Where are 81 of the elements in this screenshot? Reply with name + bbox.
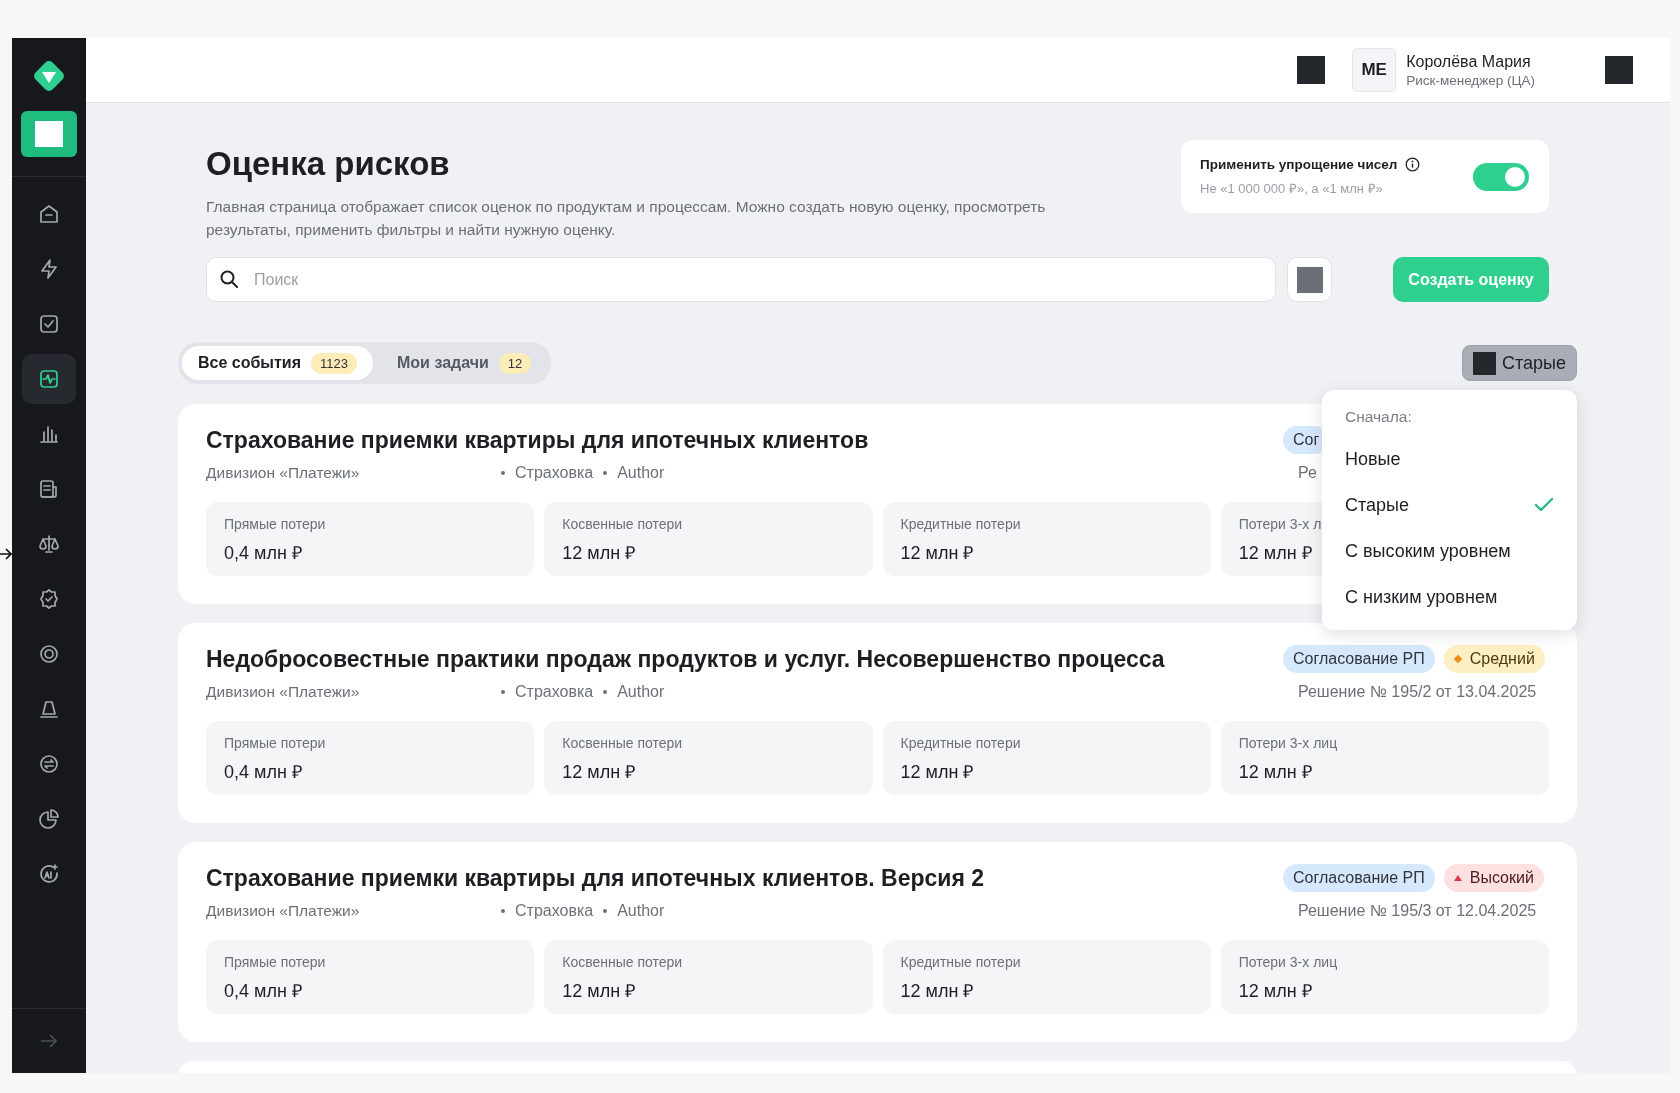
division-label: Дивизион «Платежи» — [206, 683, 361, 701]
scales-icon — [38, 533, 60, 555]
menu-heading: Сначала: — [1344, 407, 1413, 427]
metric-value: 12 млн ₽ — [562, 542, 636, 564]
metric-label: Прямые потери — [224, 516, 326, 532]
exchange-icon — [38, 753, 60, 775]
setting-label: Применить упрощение чисел — [1200, 156, 1398, 172]
metric-label: Потери 3-х лиц — [1238, 735, 1338, 751]
pie-chart-icon — [38, 808, 60, 830]
metric-value: 0,4 млн ₽ — [224, 761, 302, 783]
risk-card[interactable] — [178, 623, 1577, 823]
card-title: Страхование приемки квартиры для ипотечных клиентов. Версия 2 — [206, 864, 986, 892]
pulse-icon — [38, 368, 60, 390]
avatar[interactable]: ME — [1352, 48, 1397, 92]
sort-button[interactable]: Старые — [1462, 345, 1577, 381]
tab[interactable]: Все события 1123 — [182, 346, 373, 380]
tag-label: Author — [617, 464, 665, 482]
user-role: Риск-менеджер (ЦА) — [1406, 72, 1535, 88]
metric-label: Косвенные потери — [562, 954, 683, 970]
count-badge: 1123 — [311, 352, 357, 374]
ai-icon — [38, 863, 60, 885]
tab[interactable]: Мои задачи 12 — [381, 346, 548, 380]
metric-label: Прямые потери — [224, 954, 326, 970]
decision-label: Решение № 195/2 от 13.04.2025 — [1298, 683, 1538, 701]
metric-value: 0,4 млн ₽ — [224, 980, 302, 1002]
checkbox-icon — [38, 313, 60, 335]
lightning-icon — [38, 258, 60, 280]
badge-check-icon — [38, 588, 60, 610]
metric-value: 12 млн ₽ — [900, 980, 974, 1002]
square-icon[interactable] — [1297, 56, 1326, 84]
user-name: Королёва Мария — [1406, 52, 1532, 71]
setting-hint: Не «1 000 000 ₽», а «1 млн ₽» — [1200, 179, 1384, 197]
division-label: Дивизион «Платежи» — [206, 464, 361, 482]
metric-label: Потери 3-х лиц — [1238, 954, 1338, 970]
level-badge: Средний — [1443, 645, 1545, 673]
decision-label: Решение № 195/3 от 12.04.2025 — [1298, 902, 1538, 920]
decision-label: Ре — [1298, 464, 1318, 482]
target-icon — [38, 643, 60, 665]
menu-item[interactable]: С высоким уровнем — [1322, 528, 1577, 574]
metric-label: Кредитные потери — [900, 735, 1021, 751]
cone-icon — [38, 698, 60, 720]
metric-label: Кредитные потери — [900, 954, 1021, 970]
risk-card[interactable] — [178, 842, 1577, 1042]
metric-label: Косвенные потери — [562, 735, 683, 751]
search-icon — [219, 269, 239, 289]
metric-label: Косвенные потери — [562, 516, 683, 532]
metric-value: 12 млн ₽ — [900, 761, 974, 783]
tag-label: Страховка — [515, 683, 594, 701]
bar-chart-icon — [38, 423, 60, 445]
page-title: Оценка рисков — [206, 145, 451, 183]
count-badge: 12 — [498, 352, 532, 374]
metric-label: Прямые потери — [224, 735, 326, 751]
metric-value: 12 млн ₽ — [562, 980, 636, 1002]
home-icon — [38, 203, 60, 225]
metric-value: 12 млн ₽ — [562, 761, 636, 783]
document-icon — [38, 478, 60, 500]
status-badge: Согласование РП — [1283, 645, 1435, 673]
page-description: Главная страница отображает список оценок по продуктам и процессам. Можно создать новую оценку, просмотреть результаты, применить фильтры и найти нужную оценку. — [206, 197, 1047, 240]
metric-value: 0,4 млн ₽ — [224, 542, 302, 564]
level-badge: Высокий — [1443, 864, 1544, 892]
nav-item[interactable] — [22, 354, 76, 404]
tag-label: Author — [617, 902, 665, 920]
search-field[interactable]: Поиск — [206, 257, 1276, 302]
metric-value: 12 млн ₽ — [1238, 761, 1312, 783]
metric-value: 12 млн ₽ — [900, 542, 974, 564]
metric-label: Потери 3-х л — [1238, 516, 1322, 532]
toggle-switch[interactable] — [1473, 162, 1529, 191]
tag-label: Author — [617, 683, 665, 701]
tag-label: Страховка — [515, 902, 594, 920]
metric-label: Кредитные потери — [900, 516, 1021, 532]
workspace-button[interactable] — [21, 111, 77, 157]
filter-button[interactable] — [1287, 257, 1332, 302]
metric-value: 12 млн ₽ — [1238, 542, 1312, 564]
tag-label: Страховка — [515, 464, 594, 482]
card-title: Страхование приемки квартиры для ипотечных клиентов — [206, 426, 870, 454]
info-icon[interactable] — [1405, 156, 1421, 172]
menu-item[interactable]: Старые — [1322, 482, 1577, 528]
metric-value: 12 млн ₽ — [1238, 980, 1312, 1002]
card-title: Недобросовестные практики продаж продуктов и услуг. Несовершенство процесса — [206, 645, 1166, 673]
division-label: Дивизион «Платежи» — [206, 902, 361, 920]
status-badge: Согласование РП — [1283, 864, 1435, 892]
